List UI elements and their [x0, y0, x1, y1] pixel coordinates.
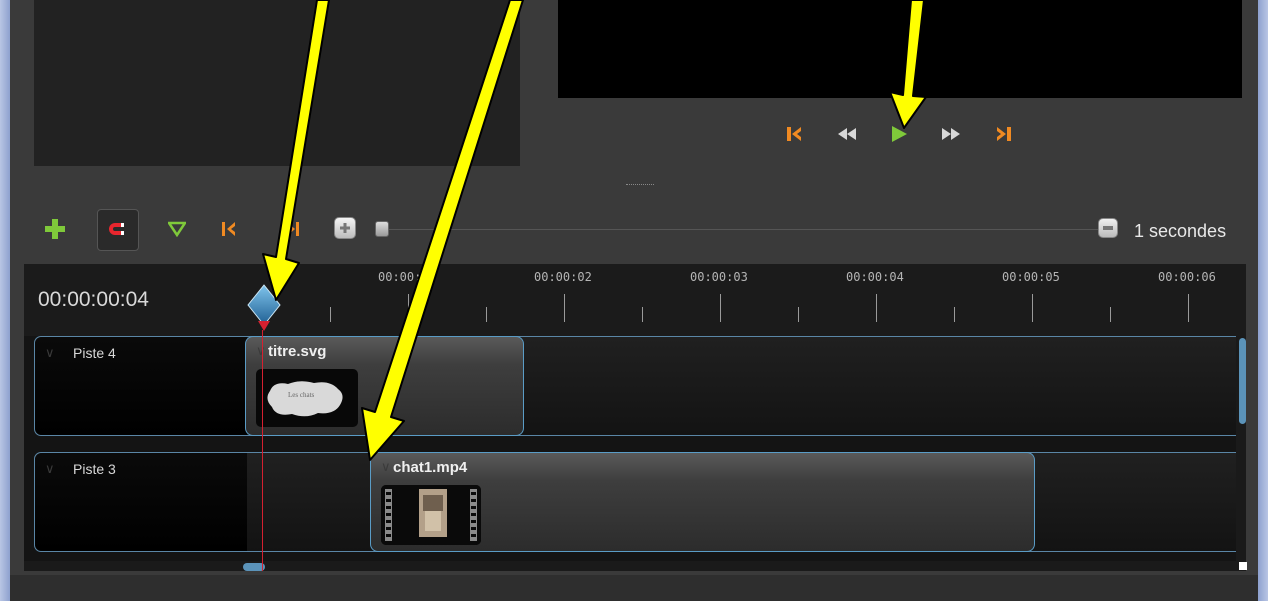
- clip-name: titre.svg: [268, 343, 327, 360]
- ruler-minor-tick: [642, 307, 643, 322]
- status-bar: [10, 575, 1258, 601]
- zoom-scale-label: 1 secondes: [1134, 221, 1227, 241]
- zoom-slider-handle[interactable]: [375, 221, 389, 237]
- project-files-panel[interactable]: [34, 0, 520, 166]
- clip-thumbnail: Les chats: [256, 369, 358, 427]
- jump-end-icon[interactable]: [990, 120, 1016, 148]
- ruler-major-tick: [1032, 294, 1033, 322]
- fast-forward-icon[interactable]: [938, 120, 964, 148]
- playhead-line: [262, 330, 263, 571]
- playback-controls: [782, 120, 1022, 150]
- vertical-scrollbar-thumb[interactable]: [1239, 338, 1246, 424]
- ruler-minor-tick: [798, 307, 799, 322]
- ruler-major-tick: [408, 294, 409, 322]
- zoom-in-icon[interactable]: [334, 217, 356, 239]
- ruler-label: 00:00:06: [1158, 270, 1216, 284]
- track-menu-chevron-icon[interactable]: ∨: [45, 461, 55, 477]
- track-name: Piste 3: [73, 461, 116, 477]
- next-marker-icon[interactable]: [280, 214, 306, 244]
- horizontal-scrollbar[interactable]: [24, 561, 1246, 571]
- play-icon[interactable]: [886, 120, 912, 148]
- panel-splitter[interactable]: [626, 184, 654, 187]
- playhead-icon[interactable]: [246, 283, 282, 335]
- ruler-label: 00:00:04: [846, 270, 904, 284]
- magnet-icon: [104, 214, 130, 244]
- add-track-icon[interactable]: [42, 214, 68, 244]
- zoom-out-icon[interactable]: [1098, 218, 1118, 238]
- ruler-minor-tick: [954, 307, 955, 322]
- zoom-slider-track[interactable]: [386, 229, 1098, 230]
- ruler-label: 00:00:05: [1002, 270, 1060, 284]
- track-row[interactable]: ∨ Piste 4: [34, 336, 1246, 436]
- ruler-major-tick: [720, 294, 721, 322]
- track-name: Piste 4: [73, 345, 116, 361]
- timeline-clip[interactable]: ∨ titre.svg Les chats: [245, 336, 524, 436]
- clip-thumbnail: [381, 485, 481, 545]
- timeline-toolbar: 1 secondes: [10, 206, 1258, 256]
- current-timecode: 00:00:00:04: [38, 288, 149, 311]
- track-header[interactable]: ∨ Piste 3: [35, 453, 247, 551]
- ruler-major-tick: [876, 294, 877, 322]
- track-header[interactable]: ∨ Piste 4: [35, 337, 247, 435]
- film-strip-icon: [381, 485, 481, 545]
- clip-name: chat1.mp4: [393, 459, 468, 476]
- video-preview: [558, 0, 1242, 98]
- ruler-minor-tick: [1110, 307, 1111, 322]
- ruler-major-tick: [564, 294, 565, 322]
- ruler-minor-tick: [486, 307, 487, 322]
- scroll-corner: [1239, 562, 1247, 570]
- rewind-icon[interactable]: [834, 120, 860, 148]
- window-border-right: [1258, 0, 1268, 601]
- jump-start-icon[interactable]: [782, 120, 808, 148]
- timeline-clip[interactable]: ∨ chat1.mp4: [370, 452, 1035, 552]
- timeline-ruler-area[interactable]: 00:00:00:04 00:00:0 00:00:02 00:00:03 00…: [24, 264, 1246, 336]
- ruler-label: 00:00:03: [690, 270, 748, 284]
- clip-menu-chevron-icon[interactable]: ∨: [256, 343, 266, 359]
- track-menu-chevron-icon[interactable]: ∨: [45, 345, 55, 361]
- previous-marker-icon[interactable]: [216, 214, 242, 244]
- editor-window: 1 secondes 00:00:00:04 00:00:0 00:00:02 …: [10, 0, 1258, 601]
- add-marker-icon[interactable]: [164, 214, 190, 244]
- ruler-major-tick: [1188, 294, 1189, 322]
- clip-menu-chevron-icon[interactable]: ∨: [381, 459, 391, 475]
- ruler-label: 00:00:02: [534, 270, 592, 284]
- thumbnail-title-text: Les chats: [288, 391, 315, 399]
- time-ruler[interactable]: 00:00:0 00:00:02 00:00:03 00:00:04 00:00…: [244, 264, 1246, 336]
- tracks-area[interactable]: ∨ Piste 4 ∨ Piste 3 ∨ titre.svg Les chat…: [24, 336, 1246, 571]
- ruler-minor-tick: [330, 307, 331, 322]
- window-border-left: [0, 0, 10, 601]
- ruler-label: 00:00:0: [378, 270, 429, 284]
